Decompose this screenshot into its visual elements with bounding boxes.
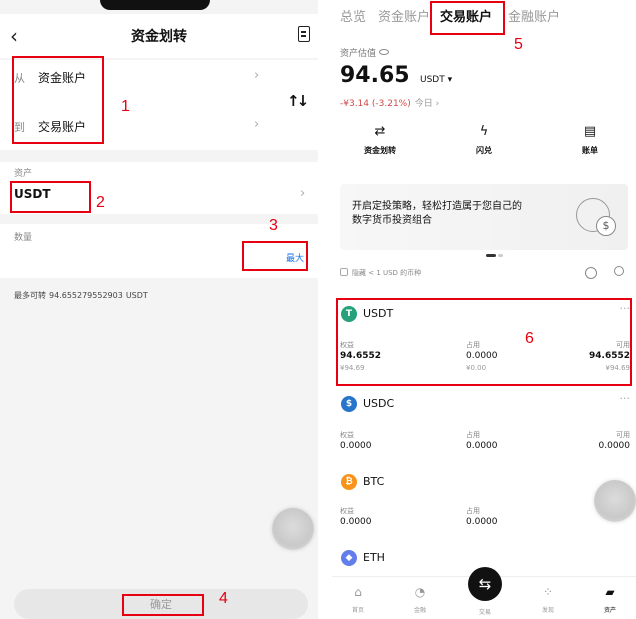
bill-icon: ▤: [583, 124, 597, 139]
checkbox-icon[interactable]: [340, 268, 348, 276]
search-icon[interactable]: [614, 266, 624, 276]
annotation-box-6: [336, 298, 632, 386]
max-transferable: 最多可转 94.6552795529​03 USDT: [14, 291, 148, 300]
lightning-icon: ϟ: [479, 124, 489, 139]
nav-trade-label: 交易: [478, 609, 491, 616]
nav-assets[interactable]: ▰ 资产: [590, 585, 630, 614]
amount-input[interactable]: [14, 246, 234, 270]
finance-icon: ◔: [414, 585, 426, 599]
annotation-number-4: 4: [219, 590, 228, 607]
nav-home[interactable]: ⌂ 首页: [338, 585, 378, 614]
refresh-icon[interactable]: [585, 267, 597, 279]
dca-promo-banner[interactable]: 开启定投策略，轻松打造属于您自己的 数字货币投资组合 $: [340, 184, 628, 257]
balance-unit-dropdown[interactable]: USDT ▾: [420, 75, 452, 85]
tab-overview[interactable]: 总览: [340, 6, 366, 25]
annotation-number-1: 1: [121, 98, 130, 115]
amount-label: 数量: [14, 233, 33, 243]
nav-discover[interactable]: ⁘ 发现: [528, 585, 568, 614]
records-icon[interactable]: [298, 26, 310, 42]
discover-icon: ⁘: [542, 585, 554, 599]
hide-small-balances-toggle[interactable]: 隐藏 < 1 USD 的币种: [340, 268, 421, 278]
page-title: 资金划转: [131, 29, 187, 45]
btc-coin-icon: ₿: [341, 474, 357, 490]
annotation-number-3: 3: [269, 217, 278, 234]
eye-icon[interactable]: [379, 49, 390, 55]
swap-arrows-icon: ⇆: [478, 575, 492, 593]
transfer-icon: ⇄: [374, 124, 386, 139]
asset-estimate-label: 资产估值: [340, 46, 390, 59]
transfer-header: ‹ 资金划转: [0, 14, 318, 58]
tab-funding-account[interactable]: 资金账户: [378, 6, 430, 25]
phone-notch: [100, 0, 210, 10]
today-pnl: -¥3.14 (-3.21%) 今日 ›: [340, 99, 440, 109]
dollar-coin-icon: $: [596, 216, 616, 236]
convert-action[interactable]: ϟ 闪兑: [454, 124, 514, 156]
asset-row-usdc[interactable]: $ USDC ··· 权益 占用 可用 0.0000 0.0000 0.0000: [332, 388, 636, 474]
annotation-number-2: 2: [96, 194, 105, 211]
assistive-touch-button[interactable]: [272, 508, 314, 550]
annotation-box-2: [10, 181, 91, 213]
chevron-right-icon: ›: [254, 117, 260, 132]
wallet-icon: ▰: [605, 585, 615, 599]
asset-row-btc[interactable]: ₿ BTC 权益 占用 0.0000 0.0000 可用: [332, 466, 636, 552]
nav-trade[interactable]: ⇆: [468, 567, 502, 601]
annotation-box-4: [122, 594, 204, 616]
assistive-touch-button[interactable]: [594, 480, 636, 522]
annotation-box-3: [242, 241, 308, 271]
tab-finance-account[interactable]: 金融账户: [508, 6, 560, 25]
annotation-number-6: 6: [525, 330, 534, 347]
annotation-number-5: 5: [514, 36, 523, 53]
more-icon[interactable]: ···: [620, 392, 631, 405]
chevron-right-icon: ›: [300, 186, 306, 201]
chevron-right-icon: ›: [254, 68, 260, 83]
transfer-action[interactable]: ⇄ 资金划转: [350, 124, 410, 156]
nav-finance[interactable]: ◔ 金融: [400, 585, 440, 614]
home-icon: ⌂: [354, 585, 362, 599]
annotation-box-5: [430, 1, 505, 35]
eth-coin-icon: ◆: [341, 550, 357, 566]
carousel-dots: [486, 242, 505, 261]
bottom-navigation: ⌂ 首页 ◔ 金融 ⇆ 交易 ⁘ 发现 ▰ 资产: [332, 567, 636, 619]
quick-actions: ⇄ 资金划转 ϟ 闪兑 ▤ 账单: [332, 124, 636, 164]
asset-label: 资产: [14, 169, 33, 179]
total-balance: 94.65: [340, 63, 410, 88]
annotation-box-1: [12, 56, 104, 144]
bill-action[interactable]: ▤ 账单: [560, 124, 620, 156]
usdc-coin-icon: $: [341, 396, 357, 412]
swap-direction-icon[interactable]: ↑↓: [287, 92, 309, 110]
